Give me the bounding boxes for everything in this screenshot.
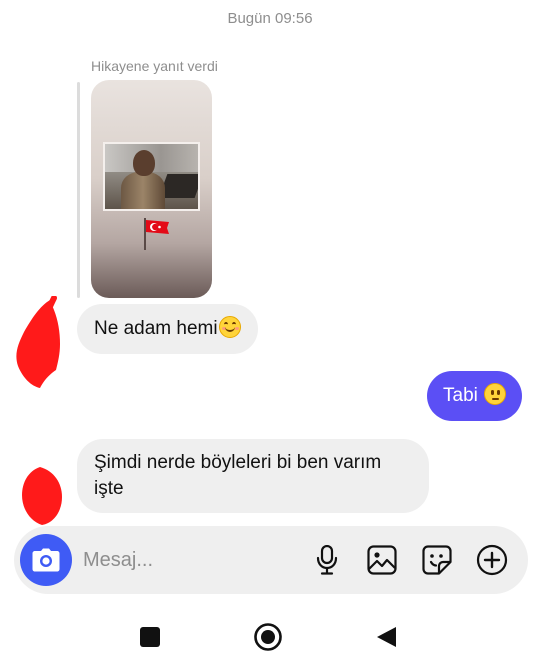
gallery-button[interactable] [365,543,399,577]
neutral-face-icon [484,383,507,405]
smiling-face-icon [218,316,241,338]
story-reply-bar [77,82,80,298]
story-thumbnail[interactable] [91,80,212,298]
story-reply-label: Hikayene yanıt verdi [91,58,218,74]
redacted-avatar [16,296,60,388]
turkish-flag-icon [144,218,169,250]
back-icon [377,627,396,647]
message-input[interactable] [83,546,283,574]
gallery-icon [367,545,397,575]
back-button[interactable] [370,621,402,653]
more-options-button[interactable] [475,543,509,577]
incoming-message[interactable]: Şimdi nerde böyleleri bi ben varım işte [77,439,429,513]
recents-icon [140,627,160,647]
microphone-button[interactable] [310,543,344,577]
sticker-button[interactable] [420,543,454,577]
message-text-line: Şimdi nerde böyleleri bi ben varım [94,452,382,473]
plus-icon [476,544,508,576]
home-button[interactable] [252,621,284,653]
timestamp: Bugün 09:56 [227,10,313,27]
story-photo [103,142,200,211]
redacted-avatar [22,467,62,525]
outgoing-message[interactable]: Tabi [427,371,523,421]
message-text: Ne adam hemi [94,318,218,339]
sticker-icon [422,545,452,575]
recents-button[interactable] [134,621,166,653]
message-composer [14,526,528,594]
home-icon [254,623,282,651]
message-text-line: işte [94,478,124,499]
microphone-icon [316,545,338,575]
incoming-message[interactable]: Ne adam hemi [77,304,258,354]
system-navigation-bar [0,612,540,662]
message-text: Tabi [443,385,478,406]
camera-button[interactable] [20,534,72,586]
camera-icon [32,548,60,572]
